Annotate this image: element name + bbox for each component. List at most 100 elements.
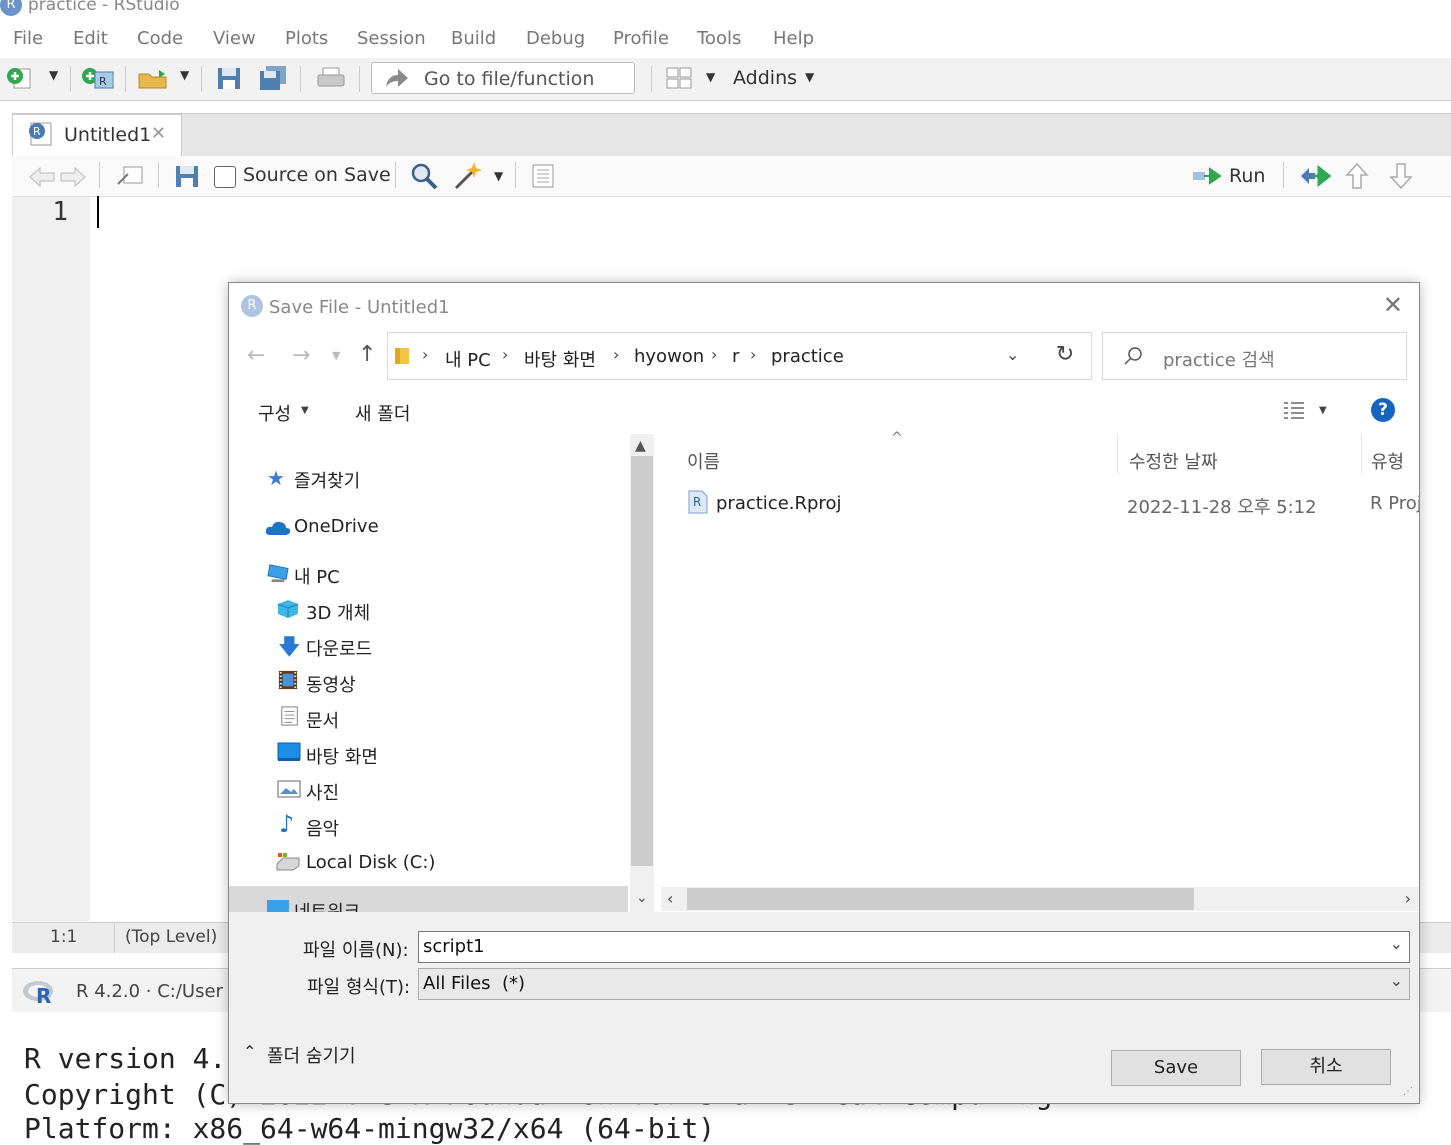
new-project-icon[interactable]: R bbox=[81, 66, 115, 90]
menu-view[interactable]: View bbox=[213, 28, 256, 49]
open-dropdown-icon[interactable]: ▼ bbox=[180, 68, 189, 82]
up-folder-icon[interactable]: ↑ bbox=[358, 342, 376, 367]
search-box[interactable]: practice 검색 bbox=[1102, 332, 1407, 380]
file-row[interactable]: R practice.Rproj 2022-11-28 오후 5:12 R Pr… bbox=[685, 490, 1419, 520]
addins-menu[interactable]: Addins bbox=[733, 67, 797, 89]
files-scrollbar-thumb[interactable] bbox=[687, 888, 1194, 910]
filetype-select[interactable]: All Files (*) ⌄ bbox=[418, 968, 1410, 1000]
forward-arrow-icon[interactable] bbox=[59, 166, 87, 188]
resize-grip-icon[interactable]: ⋰ bbox=[1403, 1086, 1413, 1097]
save-icon[interactable] bbox=[174, 164, 200, 188]
scroll-right-icon[interactable]: › bbox=[1405, 889, 1411, 908]
menu-build[interactable]: Build bbox=[451, 28, 496, 49]
scroll-up-icon[interactable]: ▲ bbox=[635, 438, 646, 454]
layout-dropdown-icon[interactable]: ▼ bbox=[706, 70, 715, 84]
recent-locations-dropdown-icon[interactable]: ▼ bbox=[332, 349, 340, 362]
new-file-icon[interactable] bbox=[6, 66, 32, 90]
refresh-icon[interactable]: ↻ bbox=[1039, 332, 1092, 380]
run-arrow-icon[interactable] bbox=[1192, 166, 1226, 186]
hide-folders-toggle[interactable]: 폴더 숨기기 bbox=[267, 1042, 356, 1068]
show-in-window-icon[interactable] bbox=[116, 164, 144, 188]
cancel-button[interactable]: 취소 bbox=[1261, 1049, 1391, 1085]
new-folder-button[interactable]: 새 폴더 bbox=[355, 400, 410, 426]
filetype-dropdown-icon[interactable]: ⌄ bbox=[1390, 971, 1403, 990]
menu-code[interactable]: Code bbox=[137, 28, 183, 49]
search-icon[interactable] bbox=[410, 162, 438, 190]
addins-dropdown-icon[interactable]: ▼ bbox=[805, 70, 814, 84]
save-icon[interactable] bbox=[216, 66, 242, 90]
breadcrumb-this-pc[interactable]: 내 PC bbox=[445, 346, 491, 372]
column-name-header[interactable]: 이름 bbox=[687, 448, 720, 474]
nav-this-pc[interactable]: 내 PC bbox=[294, 563, 340, 589]
nav-onedrive[interactable]: OneDrive bbox=[294, 516, 379, 537]
breadcrumb-chevron-icon: › bbox=[711, 345, 718, 364]
back-icon[interactable]: ← bbox=[247, 343, 265, 368]
run-button[interactable]: Run bbox=[1229, 165, 1265, 187]
organize-dropdown-icon[interactable]: ▼ bbox=[301, 405, 309, 416]
view-dropdown-icon[interactable]: ▼ bbox=[1319, 405, 1327, 416]
go-to-file-function-input[interactable]: Go to file/function bbox=[371, 62, 635, 94]
breadcrumb-desktop[interactable]: 바탕 화면 bbox=[524, 346, 596, 372]
code-tools-dropdown-icon[interactable]: ▼ bbox=[494, 169, 503, 183]
toolbar-separator bbox=[300, 66, 301, 92]
new-file-dropdown-icon[interactable]: ▼ bbox=[49, 68, 58, 82]
scope-selector[interactable]: (Top Level) bbox=[125, 927, 217, 947]
open-folder-icon[interactable] bbox=[137, 66, 175, 90]
nav-desktop[interactable]: 바탕 화면 bbox=[306, 743, 378, 769]
title-bar: R practice - RStudio bbox=[0, 0, 1451, 18]
menu-tools[interactable]: Tools bbox=[697, 28, 741, 49]
breadcrumb-hyowon[interactable]: hyowon bbox=[634, 346, 704, 367]
nav-3d-objects[interactable]: 3D 개체 bbox=[306, 599, 370, 625]
nav-local-disk[interactable]: Local Disk (C:) bbox=[306, 852, 435, 873]
source-on-save-checkbox[interactable] bbox=[214, 166, 236, 188]
close-tab-icon[interactable]: ✕ bbox=[151, 123, 166, 144]
rerun-icon[interactable] bbox=[1297, 164, 1333, 188]
address-bar[interactable]: › 내 PC › 바탕 화면 › hyowon › r › practice ⌄ bbox=[387, 332, 1041, 380]
scroll-down-icon[interactable]: ⌄ bbox=[636, 890, 648, 906]
menu-help[interactable]: Help bbox=[773, 28, 814, 49]
menu-session[interactable]: Session bbox=[357, 28, 426, 49]
nav-music[interactable]: 음악 bbox=[306, 815, 339, 841]
forward-icon[interactable]: → bbox=[292, 343, 310, 368]
menu-plots[interactable]: Plots bbox=[285, 28, 328, 49]
go-down-icon[interactable] bbox=[1389, 162, 1413, 190]
pane-layout-icon[interactable] bbox=[666, 66, 692, 90]
help-icon[interactable]: ? bbox=[1371, 398, 1395, 422]
column-type-header[interactable]: 유형 bbox=[1371, 448, 1404, 474]
menu-profile[interactable]: Profile bbox=[613, 28, 669, 49]
print-icon[interactable] bbox=[316, 66, 346, 90]
magic-wand-icon[interactable] bbox=[452, 160, 484, 190]
close-icon[interactable]: ✕ bbox=[1383, 291, 1403, 319]
cube-3d-icon bbox=[277, 600, 299, 618]
menu-file[interactable]: File bbox=[13, 28, 43, 49]
nav-pictures[interactable]: 사진 bbox=[306, 779, 339, 805]
save-button[interactable]: Save bbox=[1111, 1050, 1241, 1086]
address-history-dropdown-icon[interactable]: ⌄ bbox=[1006, 345, 1019, 364]
star-icon: ★ bbox=[267, 466, 285, 490]
menu-edit[interactable]: Edit bbox=[73, 28, 108, 49]
back-arrow-icon[interactable] bbox=[28, 166, 56, 188]
filename-input[interactable]: script1 ⌄ bbox=[418, 931, 1410, 963]
organize-menu[interactable]: 구성 bbox=[258, 400, 291, 426]
breadcrumb-r[interactable]: r bbox=[732, 346, 739, 367]
console-path: R 4.2.0 · C:/User bbox=[76, 981, 223, 1002]
navigation-pane: ★ 즐겨찾기 OneDrive 내 PC 3D 개체 🡇 다운로드 동영상 문서… bbox=[229, 434, 629, 923]
filename-dropdown-icon[interactable]: ⌄ bbox=[1390, 934, 1403, 953]
chevron-up-icon[interactable]: ⌃ bbox=[243, 1042, 256, 1061]
search-placeholder: practice 검색 bbox=[1163, 350, 1275, 371]
save-all-icon[interactable] bbox=[258, 66, 288, 90]
dialog-title: Save File - Untitled1 bbox=[269, 297, 450, 318]
go-up-icon[interactable] bbox=[1345, 162, 1369, 190]
nav-videos[interactable]: 동영상 bbox=[306, 671, 356, 697]
nav-scrollbar-thumb[interactable] bbox=[631, 456, 653, 866]
nav-favorites[interactable]: 즐겨찾기 bbox=[294, 467, 360, 493]
menu-debug[interactable]: Debug bbox=[526, 28, 585, 49]
scroll-left-icon[interactable]: ‹ bbox=[667, 889, 673, 908]
view-options-icon[interactable] bbox=[1282, 400, 1306, 420]
breadcrumb-practice[interactable]: practice bbox=[771, 346, 844, 367]
column-modified-header[interactable]: 수정한 날짜 bbox=[1129, 448, 1218, 474]
nav-downloads[interactable]: 다운로드 bbox=[306, 635, 372, 661]
document-outline-icon[interactable] bbox=[530, 163, 556, 189]
tab-untitled1[interactable]: R Untitled1 ✕ bbox=[12, 114, 182, 157]
nav-documents[interactable]: 문서 bbox=[306, 707, 339, 733]
